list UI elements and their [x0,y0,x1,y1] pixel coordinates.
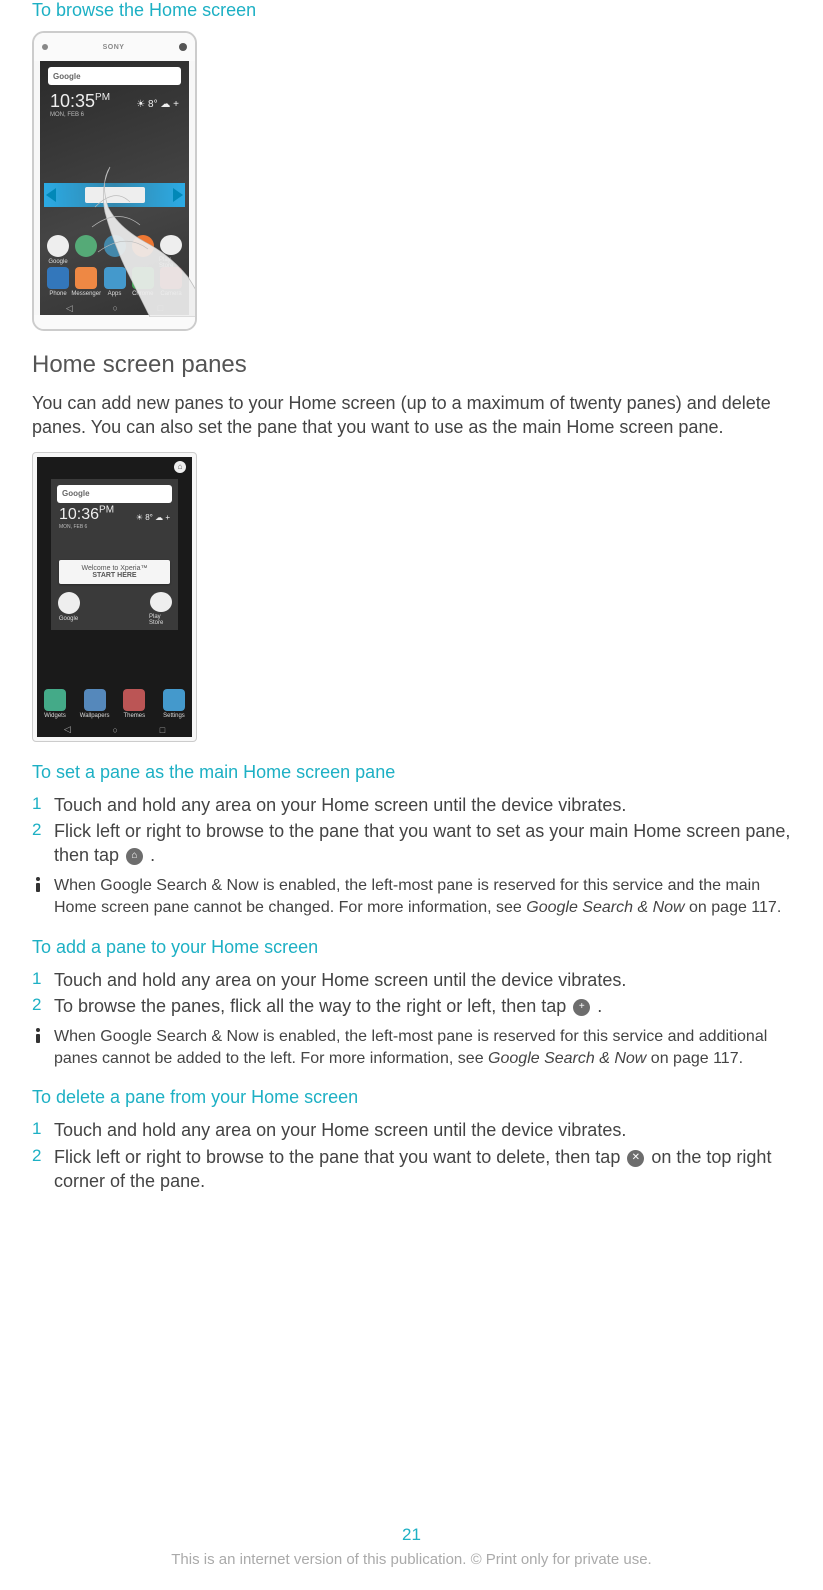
step-item: Touch and hold any area on your Home scr… [32,1118,791,1142]
clock-suffix: PM [95,92,110,103]
heading-home-screen-panes: Home screen panes [32,351,791,379]
app-label: Apps [108,291,122,297]
heading-add-pane: To add a pane to your Home screen [32,937,791,958]
app-label: Phone [49,291,66,297]
copyright-text: This is an internet version of this publ… [0,1551,823,1568]
note-set-pane: When Google Search & Now is enabled, the… [32,875,791,918]
app-label: Messenger [71,291,101,297]
clock-time: 10:35 [50,91,95,111]
app-label: Settings [163,713,185,719]
clock-time: 10:36 [59,506,99,523]
step-item: Touch and hold any area on your Home scr… [32,793,791,817]
page-number: 21 [0,1525,823,1545]
step-text: Flick left or right to browse to the pan… [54,821,790,865]
step-text-tail: . [150,845,155,865]
note-add-pane: When Google Search & Now is enabled, the… [32,1026,791,1069]
steps-delete-pane: Touch and hold any area on your Home scr… [32,1118,791,1193]
welcome-title: Welcome to Xperia™ [81,565,147,572]
step-text: To browse the panes, flick all the way t… [54,996,571,1016]
phone-illustration-edit-panes: ⌂ Google 10:36PM MON, FEB 6 ☀ 8° ☁ + Wel… [32,452,197,742]
panes-intro-text: You can add new panes to your Home scree… [32,391,791,440]
step-item: Flick left or right to browse to the pan… [32,819,791,868]
heading-delete-pane: To delete a pane from your Home screen [32,1087,791,1108]
heading-browse-home: To browse the Home screen [32,0,791,21]
steps-add-pane: Touch and hold any area on your Home scr… [32,968,791,1019]
step-item: Touch and hold any area on your Home scr… [32,968,791,992]
app-label: Camera [160,291,181,297]
welcome-cta: START HERE [92,572,136,579]
page-footer: 21 This is an internet version of this p… [0,1525,823,1568]
phone-brand: SONY [103,44,125,51]
app-label: Google [59,616,78,622]
heading-set-main-pane: To set a pane as the main Home screen pa… [32,762,791,783]
weather-widget: ☀ 8° ☁ + [136,513,170,522]
weather-widget: ☀ 8° ☁ + [136,99,179,110]
step-item: To browse the panes, flick all the way t… [32,994,791,1018]
app-label: Themes [123,713,145,719]
close-icon: ✕ [627,1150,644,1167]
note-reference: Google Search & Now [526,899,684,916]
app-label: Widgets [44,713,66,719]
app-label: Chrome [132,291,153,297]
plus-icon: + [573,999,590,1016]
steps-set-main-pane: Touch and hold any area on your Home scr… [32,793,791,868]
note-text-tail: on page 117. [685,899,782,916]
clock-date: MON, FEB 6 [59,524,114,530]
app-label: Google [48,259,67,265]
note-reference: Google Search & Now [488,1050,646,1067]
phone-illustration-swipe: SONY Google 10:35PM MON, FEB 6 ☀ 8° ☁ + … [32,31,197,331]
step-text-tail: . [597,996,602,1016]
app-label: Wallpapers [80,713,110,719]
step-item: Flick left or right to browse to the pan… [32,1145,791,1194]
clock-suffix: PM [99,505,114,516]
step-text: Flick left or right to browse to the pan… [54,1147,625,1167]
home-icon: ⌂ [126,848,143,865]
home-badge-icon: ⌂ [174,461,186,473]
app-label: Play Store [149,614,172,626]
clock-date: MON, FEB 6 [50,112,110,118]
swipe-gesture-arrow [44,183,185,207]
note-text-tail: on page 117. [646,1050,743,1067]
google-search-label: Google [62,489,90,498]
google-search-label: Google [53,72,81,81]
